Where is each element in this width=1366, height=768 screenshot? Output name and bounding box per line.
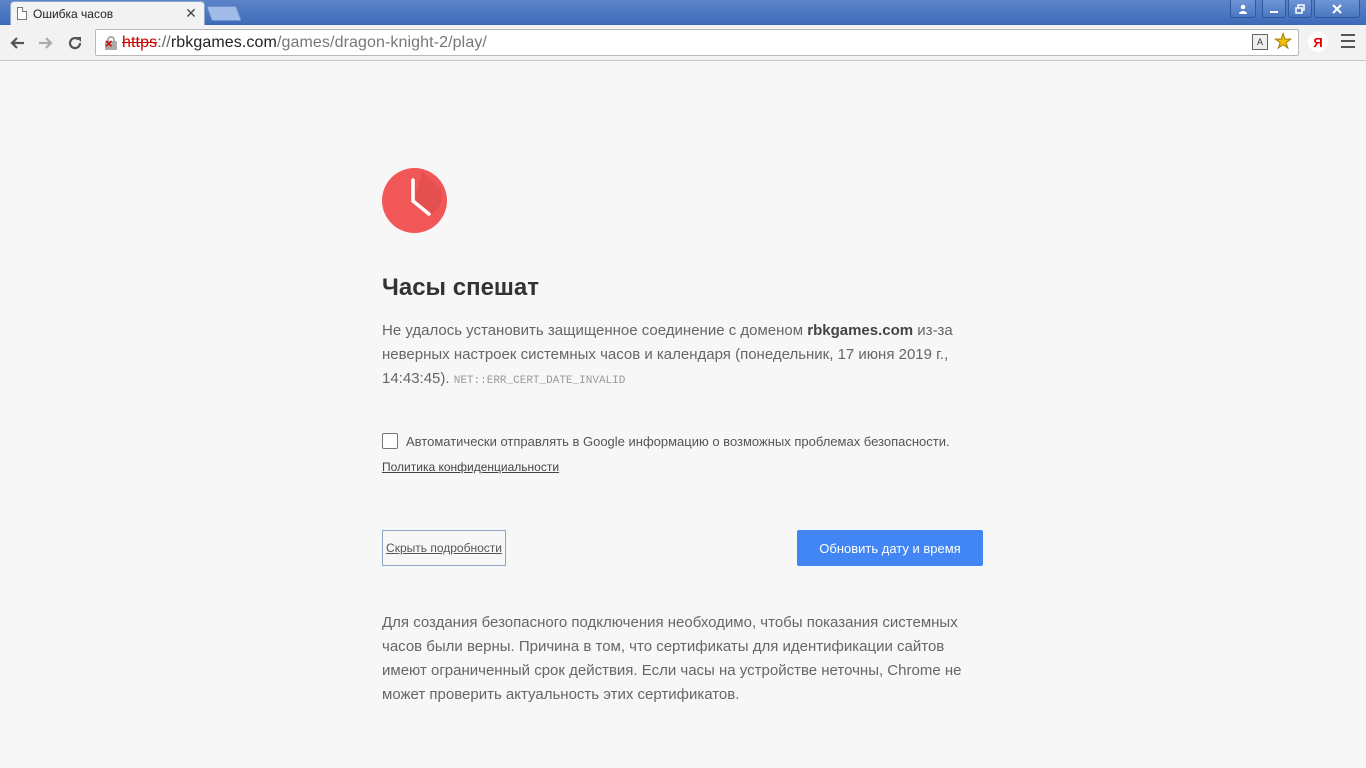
url-host: rbkgames.com — [170, 33, 277, 51]
page-title: Часы спешат — [382, 274, 540, 301]
close-window-button[interactable] — [1314, 0, 1360, 18]
privacy-policy-link[interactable]: Политика конфиденциальности — [382, 460, 559, 474]
update-datetime-button[interactable]: Обновить дату и время — [797, 530, 983, 566]
bookmark-star-icon[interactable]: ★ — [1274, 32, 1293, 53]
report-checkbox-label[interactable]: Автоматически отправлять в Google информ… — [406, 434, 950, 449]
yandex-extension-icon[interactable]: Я — [1308, 32, 1328, 52]
report-checkbox-row: Автоматически отправлять в Google информ… — [382, 433, 950, 449]
user-profile-icon[interactable] — [1230, 0, 1256, 18]
tab-title: Ошибка часов — [33, 6, 114, 21]
browser-toolbar: × https://rbkgames.com/games/dragon-knig… — [0, 25, 1366, 61]
clock-icon — [382, 168, 447, 233]
error-code: NET::ERR_CERT_DATE_INVALID — [453, 375, 626, 387]
page-icon — [17, 7, 27, 20]
explanation-text: Для создания безопасного подключения нео… — [382, 614, 962, 703]
url-scheme: https — [122, 33, 158, 51]
url-path: /games/dragon-knight-2/play/ — [276, 33, 487, 51]
tab-active[interactable]: Ошибка часов ✕ — [10, 1, 205, 25]
minimize-button[interactable] — [1262, 0, 1286, 18]
omnibox-actions: A ★ — [1252, 32, 1293, 53]
broken-lock-icon[interactable]: × — [104, 35, 118, 50]
error-description: Не удалось установить защищенное соедине… — [382, 319, 982, 393]
report-checkbox[interactable] — [382, 433, 398, 449]
back-button[interactable] — [5, 31, 29, 55]
url-separator: :// — [157, 33, 171, 51]
translate-icon[interactable]: A — [1252, 34, 1269, 50]
reload-button[interactable] — [63, 31, 87, 55]
error-domain: rbkgames.com — [807, 322, 914, 339]
tab-close-icon[interactable]: ✕ — [184, 5, 198, 22]
title-bar: Ошибка часов ✕ — [0, 0, 1366, 25]
menu-icon[interactable] — [1341, 34, 1355, 48]
desc-prefix: Не удалось установить защищенное соедине… — [382, 322, 808, 339]
window-controls — [1230, 0, 1360, 18]
url-text[interactable]: https://rbkgames.com/games/dragon-knight… — [122, 34, 487, 52]
address-bar[interactable]: × https://rbkgames.com/games/dragon-knig… — [95, 29, 1299, 56]
forward-button[interactable] — [34, 31, 58, 55]
restore-button[interactable] — [1288, 0, 1312, 18]
new-tab-button[interactable] — [206, 6, 242, 21]
hide-details-button[interactable]: Скрыть подробности — [382, 530, 506, 566]
